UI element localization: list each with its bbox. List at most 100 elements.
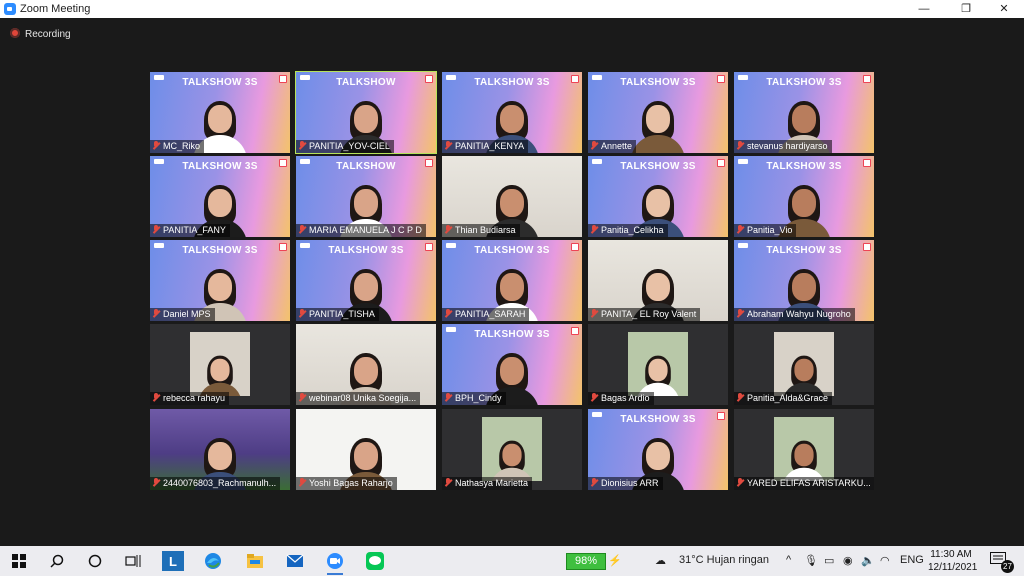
clock-time: 11:30 AM [930,549,972,560]
participant-name: Abraham Wahyu Nugroho [747,309,851,319]
microphone-tray-icon[interactable]: 🎙 [804,554,818,567]
search-icon[interactable] [46,551,68,571]
recording-indicator[interactable]: Recording [10,28,71,40]
weather-cloud-icon[interactable]: ☁ [655,554,666,567]
wifi-icon[interactable]: ◠ [880,554,890,567]
mic-muted-icon [590,225,598,234]
person-face [646,273,670,301]
person-face [794,443,814,467]
mic-muted-icon [736,478,744,487]
participant-tile[interactable]: TALKSHOW 3S Panitia_Vio [734,156,874,237]
participant-tile[interactable]: TALKSHOW 3S BPH_Cindy [442,324,582,405]
participant-tile[interactable]: TALKSHOW 3S PANITIA_TISHA [296,240,436,321]
minimize-button[interactable]: — [904,0,944,18]
edge-icon[interactable] [202,551,224,571]
banner-title: TALKSHOW 3S [474,77,550,88]
l-app-icon[interactable]: L [162,551,184,571]
participant-name: Panitia_Alda&Grace [747,393,829,403]
mic-muted-icon [152,478,160,487]
participant-tile[interactable]: TALKSHOW 3S MC_Riko [150,72,290,153]
cortana-icon[interactable] [84,551,106,571]
participant-name: MARIA EMANUELA J C P D [309,225,422,235]
participant-tile[interactable]: TALKSHOW 3S Daniel MPS [150,240,290,321]
clock[interactable]: 11:30 AM 12/11/2021 [928,548,978,574]
mic-muted-icon [444,393,452,402]
mic-muted-icon [298,309,306,318]
participant-tile[interactable]: rebecca rahayu [150,324,290,405]
participant-tile[interactable]: TALKSHOW 3S PANITIA_FANY [150,156,290,237]
participant-tile[interactable]: TALKSHOW 3S PANITIA_KENYA [442,72,582,153]
participant-tile[interactable]: Yoshi Bagas Raharjo [296,409,436,490]
participant-tile[interactable]: Thian Budiarsa [442,156,582,237]
language-indicator[interactable]: ENG [900,554,924,566]
person-face [792,105,816,133]
participant-name: Dionisius ARR [601,478,659,488]
person-face [208,442,232,470]
camera-tray-icon[interactable]: ◉ [843,554,853,567]
windows-start-icon[interactable] [8,551,30,571]
banner-title: TALKSHOW 3S [766,77,842,88]
participant-tile[interactable]: TALKSHOW 3S Abraham Wahyu Nugroho [734,240,874,321]
power-plug-icon: ⚡ [608,555,622,567]
person-face [646,442,670,470]
participant-tile[interactable]: TALKSHOW MARIA EMANUELA J C P D [296,156,436,237]
battery-indicator[interactable]: 98% [566,553,606,570]
participant-tile[interactable]: TALKSHOW 3S Dionisius ARR [588,409,728,490]
network-tray-icon[interactable]: ▭ [824,554,834,567]
mic-muted-icon [152,225,160,234]
mic-muted-icon [736,141,744,150]
participant-name-label: PANITA_ EL Roy Valent [588,308,701,321]
mic-muted-icon [444,225,452,234]
show-hidden-icons-chevron[interactable]: ^ [786,554,791,566]
participant-name: Bagas Ardio [601,393,650,403]
participant-name-label: PANITIA_KENYA [442,140,529,153]
participant-name-label: 2440076803_Rachmanulh... [150,477,281,490]
participant-name: stevanus hardiyarso [747,141,828,151]
participant-video-thumbnail [190,332,250,396]
mail-icon[interactable] [284,551,306,571]
participant-video-thumbnail [774,332,834,396]
volume-icon[interactable]: 🔈 [861,554,875,567]
person-face [208,105,232,133]
zoom-taskbar-icon[interactable] [324,551,346,575]
line-app-icon[interactable] [364,551,386,571]
participant-tile[interactable]: TALKSHOW 3S PANITIA_SARAH [442,240,582,321]
participant-tile[interactable]: TALKSHOW PANITIA_YOV-CIEL [295,71,437,154]
person-face [354,357,378,385]
participant-tile[interactable]: Nathasya Marietta [442,409,582,490]
banner-title: TALKSHOW 3S [766,161,842,172]
banner-title: TALKSHOW 3S [474,329,550,340]
person-face [792,273,816,301]
participant-tile[interactable]: Bagas Ardio [588,324,728,405]
weather-label[interactable]: 31°C Hujan ringan [679,554,769,566]
zoom-logo-icon [4,3,16,15]
banner-title: TALKSHOW 3S [182,161,258,172]
notification-center-icon[interactable]: 27 [990,552,1014,573]
participant-name-label: stevanus hardiyarso [734,140,832,153]
maximize-button[interactable]: ❐ [946,0,986,18]
mic-muted-icon [152,309,160,318]
participant-tile[interactable]: webinar08 Unika Soegija... [296,324,436,405]
participant-tile[interactable]: TALKSHOW 3S Panitia_Celikha [588,156,728,237]
participant-name-label: webinar08 Unika Soegija... [296,392,421,405]
participant-tile[interactable]: PANITA_ EL Roy Valent [588,240,728,321]
participant-name: PANITA_ EL Roy Valent [601,309,697,319]
participant-name-label: Panitia_Alda&Grace [734,392,833,405]
task-view-icon[interactable] [122,551,144,571]
participant-name-label: Thian Budiarsa [442,224,520,237]
clock-date: 12/11/2021 [928,562,978,573]
participant-tile[interactable]: TALKSHOW 3S Annette [588,72,728,153]
participant-name: PANITIA_KENYA [455,141,525,151]
participant-name-label: Abraham Wahyu Nugroho [734,308,855,321]
close-button[interactable]: ✕ [984,0,1024,18]
file-explorer-icon[interactable] [244,551,266,571]
participant-tile[interactable]: Panitia_Alda&Grace [734,324,874,405]
participant-tile[interactable]: YARED ELIFAS ARISTARKU... [734,409,874,490]
banner-title: TALKSHOW 3S [182,245,258,256]
participant-tile[interactable]: 2440076803_Rachmanulh... [150,409,290,490]
participant-name-label: Dionisius ARR [588,477,663,490]
banner-title: TALKSHOW 3S [766,245,842,256]
participant-name-label: PANITIA_TISHA [296,308,379,321]
participant-tile[interactable]: TALKSHOW 3S stevanus hardiyarso [734,72,874,153]
person-face [794,358,814,382]
